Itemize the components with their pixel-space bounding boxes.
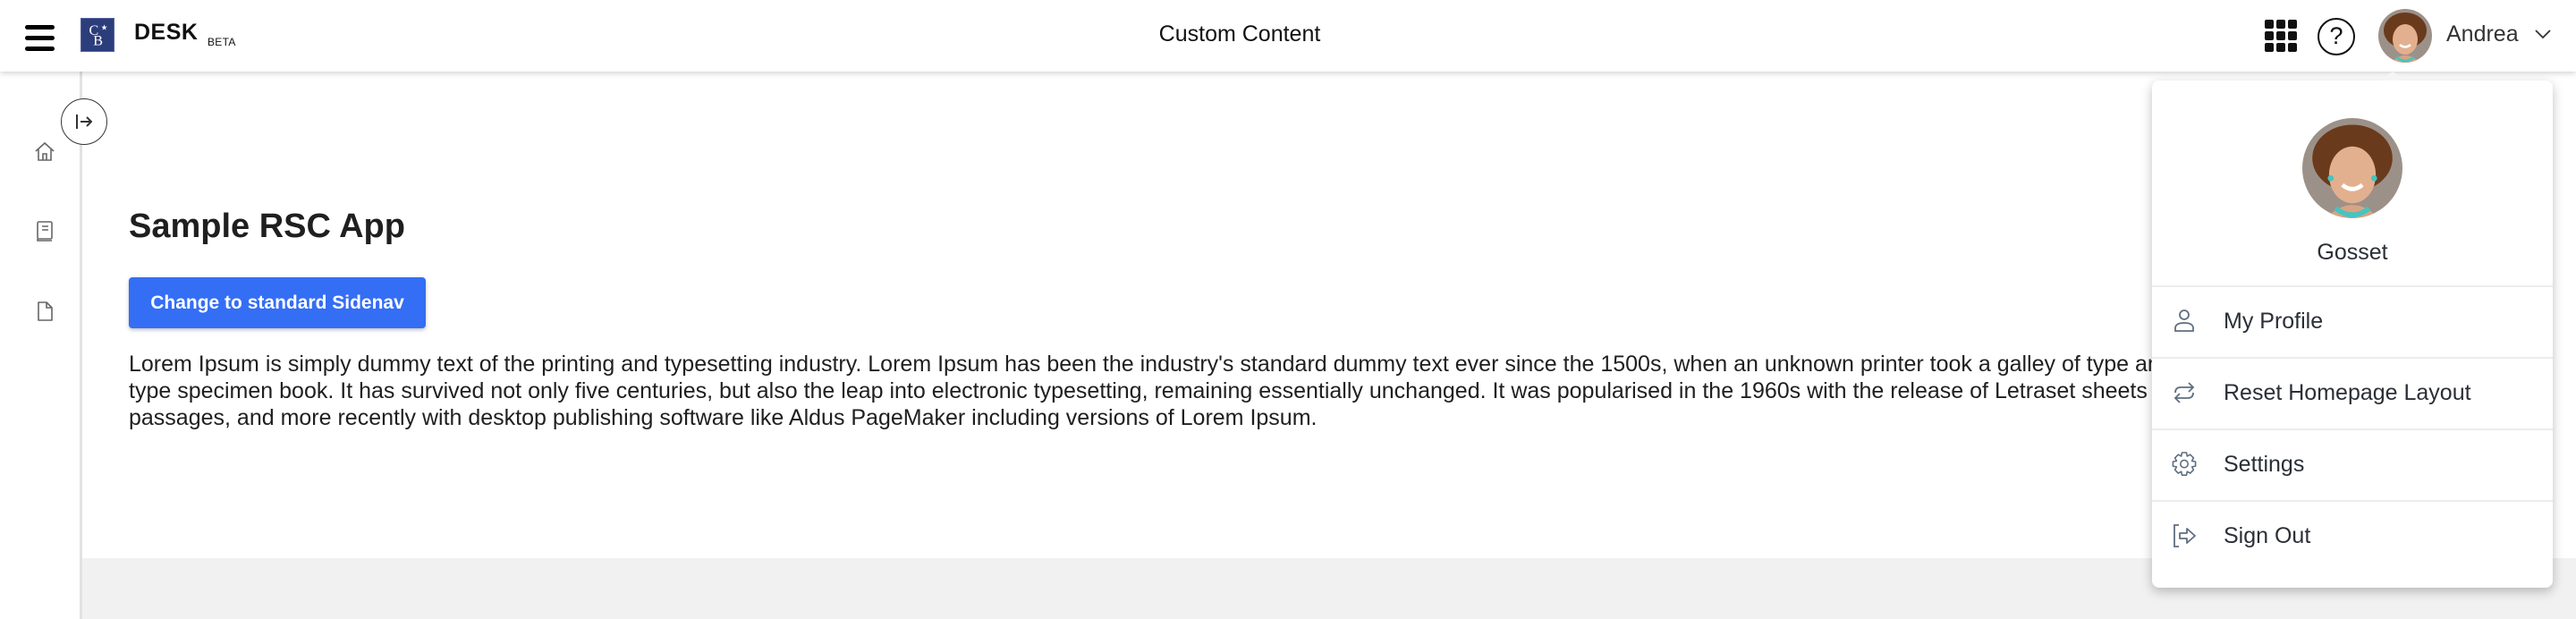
document-icon[interactable]: [32, 299, 57, 324]
user-avatar[interactable]: [2378, 9, 2432, 63]
profile-avatar: [2302, 118, 2402, 218]
sidebar: [0, 72, 82, 619]
person-icon: [2174, 310, 2194, 332]
sign-out-icon: [2174, 524, 2196, 547]
refresh-arrows-icon: [2174, 382, 2195, 403]
gear-icon: [2172, 452, 2197, 476]
chevron-down-icon[interactable]: [2535, 29, 2551, 39]
home-icon[interactable]: [32, 140, 57, 165]
menu-item-label: Settings: [2224, 452, 2305, 477]
profile-dropdown: Gosset My Profile Reset Homepage Layout …: [2152, 81, 2553, 588]
page-title: Custom Content: [1158, 21, 1321, 47]
menu-item-label: My Profile: [2224, 309, 2324, 334]
top-header: C B ★ DESK BETA Custom Content ? Andrea: [0, 0, 2576, 72]
book-icon[interactable]: [32, 218, 57, 243]
menu-item-reset-homepage-layout[interactable]: Reset Homepage Layout: [2152, 357, 2553, 428]
user-name[interactable]: Andrea: [2446, 21, 2519, 47]
expand-sidebar-button[interactable]: [61, 98, 107, 145]
profile-name: Gosset: [2317, 240, 2388, 265]
help-icon[interactable]: ?: [2318, 18, 2355, 55]
dropdown-pointer: [2380, 72, 2405, 81]
body-text: Lorem Ipsum is simply dummy text of the …: [129, 352, 2404, 430]
content-title: Sample RSC App: [129, 208, 405, 245]
menu-item-sign-out[interactable]: Sign Out: [2152, 500, 2553, 572]
menu-item-my-profile[interactable]: My Profile: [2152, 285, 2553, 357]
change-sidenav-button[interactable]: Change to standard Sidenav: [129, 277, 426, 328]
apps-grid-icon[interactable]: [2265, 20, 2298, 53]
menu-item-label: Reset Homepage Layout: [2224, 380, 2471, 405]
menu-item-label: Sign Out: [2224, 523, 2311, 548]
arrow-right-to-line-icon: [76, 114, 93, 129]
menu-item-settings[interactable]: Settings: [2152, 428, 2553, 500]
